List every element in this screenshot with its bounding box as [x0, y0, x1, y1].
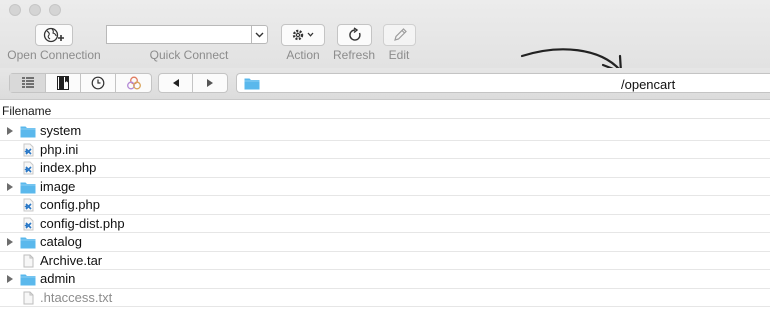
file-name: catalog — [40, 234, 82, 249]
file-row[interactable]: image — [0, 178, 770, 196]
file-icon — [20, 291, 36, 305]
disclosure-triangle-icon[interactable] — [7, 127, 13, 135]
file-name: config-dist.php — [40, 215, 125, 231]
back-triangle-icon — [172, 79, 179, 87]
code-file-icon — [20, 198, 36, 212]
file-row[interactable]: admin — [0, 270, 770, 289]
file-row[interactable]: config-dist.php — [0, 215, 770, 233]
code-file-icon — [20, 143, 36, 157]
bonjour-view-button[interactable] — [116, 74, 151, 92]
back-button[interactable] — [159, 74, 194, 92]
disclosure-triangle-icon[interactable] — [7, 238, 13, 246]
file-row[interactable]: php.ini — [0, 141, 770, 159]
bonjour-icon — [126, 76, 141, 90]
file-row[interactable]: system — [0, 122, 770, 141]
file-name: admin — [40, 271, 76, 286]
folder-icon — [244, 78, 260, 90]
path-selector[interactable] — [236, 73, 770, 93]
file-name: system — [40, 123, 82, 138]
folder-icon — [20, 235, 36, 249]
file-name: config.php — [40, 197, 100, 212]
history-view-button[interactable] — [81, 74, 116, 92]
column-header: Filename — [0, 101, 770, 119]
bookmark-book-icon — [57, 76, 69, 90]
file-row[interactable]: .htaccess.txt — [0, 289, 770, 307]
forward-button[interactable] — [193, 74, 227, 92]
outline-list-icon — [21, 77, 34, 88]
folder-icon — [20, 124, 36, 138]
history-nav — [158, 73, 228, 93]
filename-column-header[interactable]: Filename — [2, 104, 51, 118]
bookmarks-view-button[interactable] — [46, 74, 81, 92]
forward-triangle-icon — [207, 79, 213, 87]
current-path: /opencart — [621, 77, 676, 92]
file-icon — [20, 254, 36, 268]
disclosure-triangle-icon[interactable] — [7, 182, 13, 191]
disclosure-triangle-icon[interactable] — [7, 275, 13, 283]
file-row[interactable]: index.php — [0, 159, 770, 178]
file-list: system php.ini index.php image config.php con… — [0, 122, 770, 307]
folder-icon — [20, 272, 36, 286]
file-name: index.php — [40, 160, 97, 175]
clock-icon — [91, 76, 105, 90]
file-row[interactable]: catalog — [0, 233, 770, 252]
file-name: Archive.tar — [40, 252, 103, 268]
view-selector — [9, 73, 152, 93]
folder-icon — [20, 180, 36, 194]
file-row[interactable]: Archive.tar — [0, 252, 770, 270]
file-name: image — [40, 178, 76, 194]
file-name: php.ini — [40, 141, 79, 157]
file-row[interactable]: config.php — [0, 196, 770, 215]
code-file-icon — [20, 217, 36, 231]
browser-view-button[interactable] — [10, 74, 46, 92]
code-file-icon — [20, 161, 36, 175]
file-name: .htaccess.txt — [40, 289, 113, 305]
